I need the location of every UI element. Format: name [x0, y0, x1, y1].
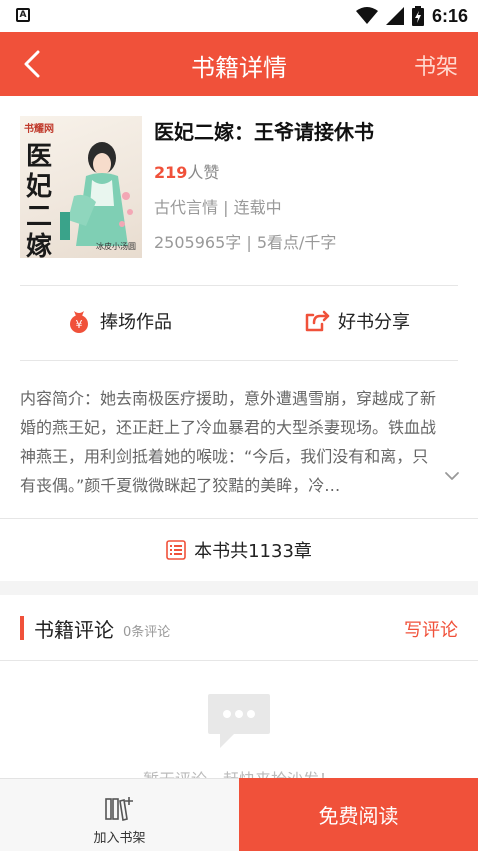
add-to-shelf-button[interactable]: 加入书架: [0, 778, 239, 851]
comments-title: 书籍评论: [34, 618, 114, 642]
add-to-shelf-icon: [105, 797, 133, 821]
action-row: ¥ 捧场作品 好书分享: [0, 286, 478, 360]
likes-suffix: 人赞: [187, 163, 220, 182]
book-category-status: 古代言情 | 连载中: [154, 198, 282, 217]
wifi-icon: [355, 7, 378, 24]
chapter-count-label: 本书共1133章: [194, 541, 312, 562]
bottom-bar: 加入书架 免费阅读: [0, 778, 478, 851]
app-header: 书籍详情 书架: [0, 32, 478, 96]
money-bag-icon: ¥: [70, 311, 88, 333]
bookshelf-button[interactable]: 书架: [414, 49, 458, 81]
cover-title: 医妃二嫁: [26, 142, 53, 258]
divider: [20, 360, 458, 361]
add-to-shelf-label: 加入书架: [93, 831, 146, 846]
status-time: 6:16: [431, 5, 468, 26]
book-info: 书耀网 医妃二嫁 冰皮小汤圆 医妃二嫁：王爷请接休书 219人赞 古代言情 | …: [0, 96, 478, 286]
svg-text:¥: ¥: [76, 318, 83, 331]
page-title: 书籍详情: [191, 54, 287, 82]
app-notification-icon: A: [16, 8, 30, 22]
chevron-down-icon[interactable]: [444, 470, 460, 482]
comments-header: 书籍评论 0条评论 写评论: [0, 595, 478, 661]
status-right: 6:16: [355, 4, 468, 28]
chapter-list-button[interactable]: 本书共1133章: [0, 519, 478, 581]
share-icon: [305, 310, 330, 332]
book-stats: 2505965字 | 5看点/千字: [154, 233, 337, 252]
cover-author: 冰皮小汤圆: [96, 242, 136, 251]
divider: [0, 660, 478, 661]
chat-bubble-icon: [208, 694, 270, 748]
share-book-button[interactable]: 好书分享: [304, 308, 410, 334]
book-intro: 内容简介：她去南极医疗援助，意外遭遇雪崩，穿越成了新婚的燕王妃，还正赶上了冷血暴…: [20, 389, 436, 495]
cover-illustration: [60, 142, 133, 246]
list-icon: [166, 540, 186, 560]
signal-icon: [385, 7, 404, 25]
cover-brand: 书耀网: [24, 124, 54, 135]
section-accent-bar: [20, 616, 24, 640]
section-separator: [0, 581, 478, 595]
comments-count: 0条评论: [123, 625, 171, 640]
write-comment-button[interactable]: 写评论: [404, 616, 458, 642]
share-book-label: 好书分享: [338, 312, 410, 333]
support-work-button[interactable]: ¥ 捧场作品: [66, 308, 172, 334]
free-read-button[interactable]: 免费阅读: [239, 778, 478, 851]
likes-count: 219: [154, 163, 188, 182]
book-cover[interactable]: 书耀网 医妃二嫁 冰皮小汤圆: [20, 116, 142, 258]
battery-icon: [411, 6, 424, 26]
status-bar: A 6:16: [0, 0, 478, 32]
book-likes: 219人赞: [154, 159, 219, 183]
book-title: 医妃二嫁：王爷请接休书: [154, 120, 374, 144]
support-work-label: 捧场作品: [100, 312, 172, 333]
